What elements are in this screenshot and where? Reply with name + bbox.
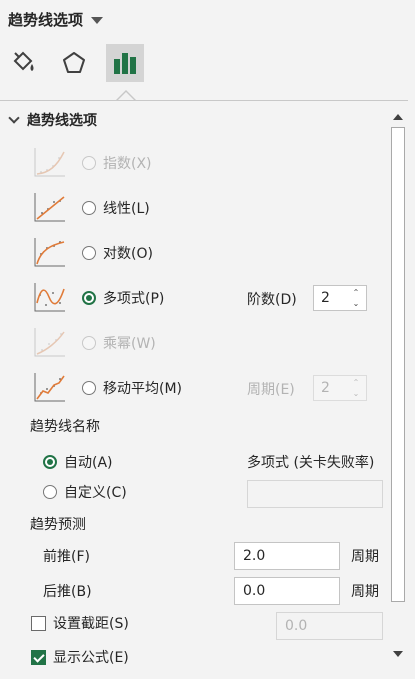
period-label: 周期(E) <box>247 382 295 398</box>
power-thumbnail-icon <box>34 328 65 357</box>
moving-average-thumbnail-icon <box>34 373 65 402</box>
trend-moving-average-radio[interactable] <box>82 381 96 395</box>
forecast-backward-input[interactable]: 0.0 <box>234 577 340 605</box>
logarithmic-thumbnail-icon <box>34 238 65 267</box>
trend-logarithmic-label: 对数(O) <box>103 246 153 262</box>
period-value: 2 <box>321 380 330 396</box>
polynomial-thumbnail-icon <box>34 283 65 312</box>
tab-divider <box>0 100 408 101</box>
scroll-down-button[interactable] <box>389 645 407 662</box>
fill-line-tab[interactable] <box>4 44 42 82</box>
forecast-backward-label: 后推(B) <box>43 584 92 600</box>
pane-title-menu[interactable]: 趋势线选项 <box>8 9 104 30</box>
forecast-forward-label: 前推(F) <box>43 549 90 565</box>
trend-exponential-label: 指数(X) <box>103 156 152 172</box>
set-intercept-label: 设置截距(S) <box>53 616 129 632</box>
order-stepper[interactable]: 2 ⌃ ⌄ <box>313 285 367 311</box>
trend-polynomial-radio[interactable] <box>82 291 96 305</box>
effects-tab[interactable] <box>55 44 93 82</box>
chevron-down-icon <box>8 112 20 124</box>
set-intercept-checkbox[interactable] <box>31 616 46 631</box>
chevron-down-icon <box>91 17 104 24</box>
order-value: 2 <box>321 290 330 306</box>
trendline-options-tab[interactable] <box>106 44 144 82</box>
trend-exponential-radio[interactable] <box>82 156 96 170</box>
forecast-forward-unit: 周期 <box>351 549 379 565</box>
name-auto-label: 自动(A) <box>64 455 113 471</box>
period-stepper[interactable]: 2 ⌃ ⌄ <box>313 375 367 401</box>
stepper-down-icon[interactable]: ⌄ <box>352 300 360 308</box>
name-custom-radio[interactable] <box>43 485 57 499</box>
name-custom-input[interactable] <box>247 480 383 508</box>
arrow-down-icon <box>393 650 403 657</box>
forecast-heading: 趋势预测 <box>30 517 86 533</box>
order-label: 阶数(D) <box>247 292 297 308</box>
trend-power-label: 乘幂(W) <box>103 336 156 352</box>
section-title: 趋势线选项 <box>27 113 97 129</box>
pane-title: 趋势线选项 <box>8 11 84 29</box>
name-auto-value: 多项式 (关卡失败率) <box>247 455 375 471</box>
section-toggle[interactable]: 趋势线选项 <box>8 110 97 130</box>
bar-chart-icon <box>114 53 136 74</box>
stepper-up-icon[interactable]: ⌃ <box>352 379 360 387</box>
trend-logarithmic-radio[interactable] <box>82 246 96 260</box>
linear-thumbnail-icon <box>34 193 65 222</box>
trend-power-radio[interactable] <box>82 336 96 350</box>
name-auto-radio[interactable] <box>43 455 57 469</box>
forecast-backward-value: 0.0 <box>243 583 266 599</box>
trend-polynomial-label: 多项式(P) <box>103 291 165 307</box>
forecast-forward-input[interactable]: 2.0 <box>234 542 340 570</box>
intercept-value: 0.0 <box>285 618 308 634</box>
show-equation-label: 显示公式(E) <box>53 650 129 666</box>
paint-bucket-icon <box>13 51 34 71</box>
show-equation-checkbox[interactable] <box>31 650 46 665</box>
arrow-up-icon <box>393 113 403 120</box>
stepper-down-icon[interactable]: ⌄ <box>352 390 360 398</box>
scrollbar-thumb[interactable] <box>391 127 405 602</box>
trend-linear-radio[interactable] <box>82 201 96 215</box>
exponential-thumbnail-icon <box>34 148 65 177</box>
intercept-input[interactable]: 0.0 <box>276 612 383 640</box>
stepper-up-icon[interactable]: ⌃ <box>352 289 360 297</box>
forecast-forward-value: 2.0 <box>243 548 266 564</box>
trend-moving-average-label: 移动平均(M) <box>103 381 183 397</box>
trendline-name-heading: 趋势线名称 <box>30 419 100 435</box>
forecast-backward-unit: 周期 <box>351 584 379 600</box>
scroll-up-button[interactable] <box>389 108 407 125</box>
trend-linear-label: 线性(L) <box>103 201 150 217</box>
name-custom-label: 自定义(C) <box>64 485 127 501</box>
format-tabs <box>0 40 415 102</box>
pentagon-icon <box>63 52 85 73</box>
